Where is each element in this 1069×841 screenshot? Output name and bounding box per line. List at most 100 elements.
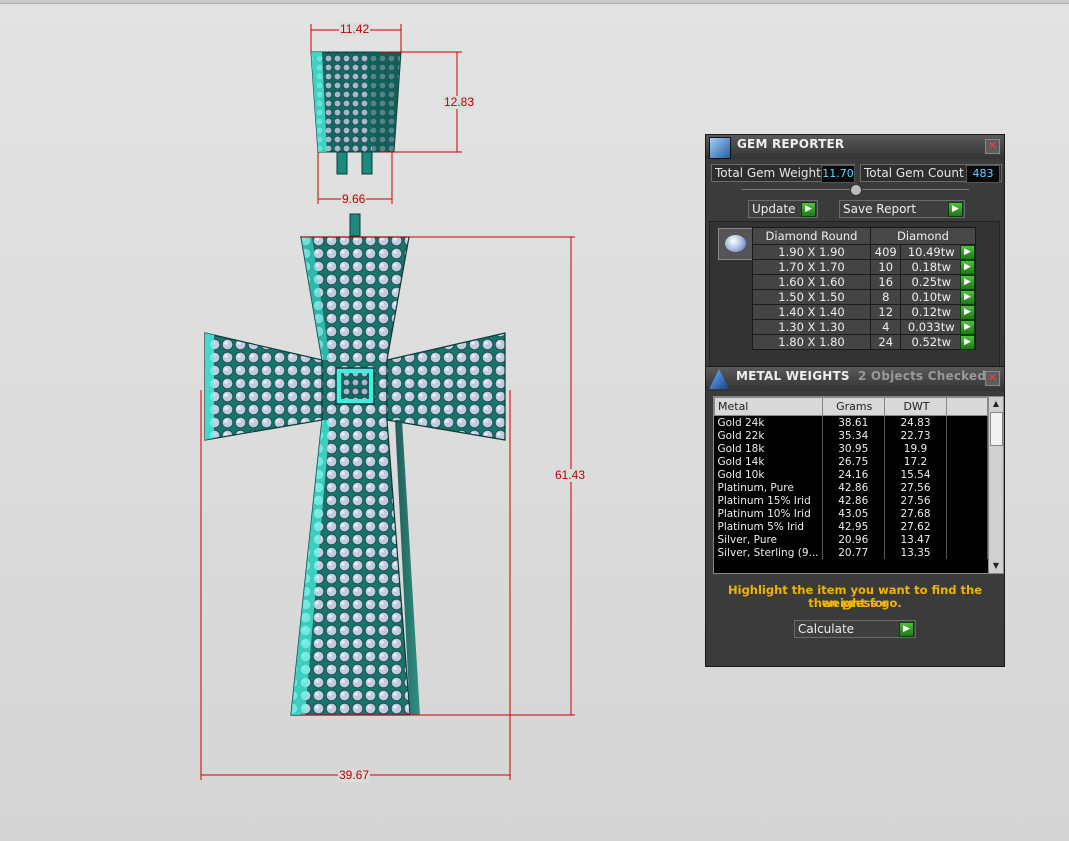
metal-scrollbar[interactable]: ▲ ▼ (988, 397, 1003, 573)
gem-cell-size: 1.40 X 1.40 (752, 304, 871, 320)
metal-list[interactable]: Metal Grams DWT Gold 24k 38.61 24.83 Gold 2… (713, 396, 1004, 574)
gem-cell-size: 1.90 X 1.90 (752, 244, 871, 260)
go-arrow-icon[interactable]: ▶ (960, 305, 975, 320)
scroll-thumb[interactable] (990, 412, 1003, 446)
gem-table: Diamond Round Diamond 1.90 X 1.90 409 10.4… (752, 227, 976, 350)
dim-cross-height: 61.43 (554, 468, 587, 482)
gem-row[interactable]: 1.70 X 1.70 10 0.18tw ▶ (752, 259, 976, 275)
metal-cell-metal: Platinum 15% Irid (714, 494, 823, 507)
gem-row[interactable]: 1.80 X 1.80 24 0.52tw ▶ (752, 334, 976, 350)
metal-cell-dwt: 13.47 (884, 533, 948, 546)
metal-cell-blank (946, 415, 988, 429)
gem-cell-weight: 0.12tw ▶ (900, 304, 976, 320)
gem-cell-count: 409 (869, 244, 902, 260)
metal-row[interactable]: Platinum 15% Irid 42.86 27.56 (714, 494, 988, 507)
dim-bail-base-width: 9.66 (341, 192, 367, 206)
metal-row[interactable]: Platinum, Pure 42.86 27.56 (714, 481, 988, 494)
metal-cell-dwt: 24.83 (884, 415, 948, 429)
metal-col-blank (946, 397, 988, 416)
close-icon[interactable]: ✕ (985, 371, 1000, 386)
metal-cell-grams: 42.86 (822, 481, 885, 494)
metal-col-dwt[interactable]: DWT (883, 397, 948, 416)
gem-cell-weight: 10.49tw ▶ (900, 244, 976, 260)
gem-cell-weight: 0.25tw ▶ (900, 274, 976, 290)
gem-row[interactable]: 1.90 X 1.90 409 10.49tw ▶ (752, 244, 976, 260)
metal-cell-dwt: 27.68 (884, 507, 948, 520)
metal-cell-blank (946, 455, 988, 468)
metal-col-metal[interactable]: Metal (714, 397, 823, 416)
metal-cell-metal: Platinum 10% Irid (714, 507, 823, 520)
save-report-button[interactable]: Save Report ▶ (839, 200, 965, 218)
metal-table: Metal Grams DWT Gold 24k 38.61 24.83 Gold 2… (714, 397, 988, 559)
gem-cell-size: 1.50 X 1.50 (752, 289, 871, 305)
gem-reporter-icon (709, 137, 731, 159)
gem-cell-weight: 0.10tw ▶ (900, 289, 976, 305)
metal-cell-blank (946, 494, 988, 507)
gem-reporter-panel: GEM REPORTER ✕ Total Gem Weight 11.70 To… (705, 134, 1005, 370)
calculate-button[interactable]: Calculate ▶ (794, 620, 916, 638)
go-arrow-icon: ▶ (801, 202, 816, 217)
total-gem-count-value: 483 (966, 165, 1000, 183)
metal-col-grams[interactable]: Grams (821, 397, 885, 416)
metal-cell-blank (946, 546, 988, 559)
metal-row[interactable]: Gold 24k 38.61 24.83 (714, 415, 988, 429)
metal-row[interactable]: Platinum 10% Irid 43.05 27.68 (714, 507, 988, 520)
metal-weights-titlebar[interactable]: METAL WEIGHTS 2 Objects Checked ✕ (706, 367, 1004, 391)
metal-cell-grams: 43.05 (822, 507, 885, 520)
dim-top-width: 11.42 (339, 22, 371, 36)
go-arrow-icon[interactable]: ▶ (960, 335, 975, 350)
metal-row[interactable]: Gold 10k 24.16 15.54 (714, 468, 988, 481)
metal-row[interactable]: Gold 18k 30.95 19.9 (714, 442, 988, 455)
metal-cell-dwt: 19.9 (884, 442, 948, 455)
metal-cell-grams: 42.86 (822, 494, 885, 507)
metal-cell-dwt: 27.56 (884, 494, 948, 507)
metal-row[interactable]: Gold 22k 35.34 22.73 (714, 429, 988, 442)
metal-cell-metal: Gold 10k (714, 468, 823, 481)
metal-cell-dwt: 27.62 (884, 520, 948, 533)
metal-weights-panel: METAL WEIGHTS 2 Objects Checked ✕ Metal … (705, 366, 1005, 667)
total-gem-weight-value: 11.70 (821, 165, 855, 183)
close-icon[interactable]: ✕ (985, 139, 1000, 154)
gem-row[interactable]: 1.50 X 1.50 8 0.10tw ▶ (752, 289, 976, 305)
metal-weights-icon (709, 369, 729, 389)
scroll-up-icon[interactable]: ▲ (989, 397, 1003, 411)
splitter-knob-icon[interactable] (850, 184, 862, 196)
metal-cell-metal: Gold 24k (714, 415, 823, 429)
cross-model (204, 236, 506, 716)
metal-row[interactable]: Silver, Sterling (9... 20.77 13.35 (714, 546, 988, 559)
gem-row[interactable]: 1.30 X 1.30 4 0.033tw ▶ (752, 319, 976, 335)
gem-cell-size: 1.60 X 1.60 (752, 274, 871, 290)
dim-cross-width: 39.67 (338, 768, 371, 782)
gem-list-frame: Diamond Round Diamond 1.90 X 1.90 409 10.4… (709, 221, 1000, 368)
metal-cell-dwt: 17.2 (884, 455, 948, 468)
dim-top-height: 12.83 (443, 95, 476, 109)
go-arrow-icon[interactable]: ▶ (960, 290, 975, 305)
gem-cell-size: 1.70 X 1.70 (752, 259, 871, 275)
go-arrow-icon[interactable]: ▶ (960, 320, 975, 335)
metal-cell-metal: Gold 18k (714, 442, 823, 455)
gem-row[interactable]: 1.40 X 1.40 12 0.12tw ▶ (752, 304, 976, 320)
metal-cell-blank (946, 520, 988, 533)
go-arrow-icon[interactable]: ▶ (960, 245, 975, 260)
go-arrow-icon[interactable]: ▶ (960, 260, 975, 275)
update-button[interactable]: Update ▶ (748, 200, 818, 218)
gem-cell-count: 12 (869, 304, 902, 320)
metal-cell-blank (946, 507, 988, 520)
metal-row[interactable]: Silver, Pure 20.96 13.47 (714, 533, 988, 546)
gem-reporter-titlebar[interactable]: GEM REPORTER ✕ (706, 135, 1004, 159)
gem-cell-weight: 0.52tw ▶ (900, 334, 976, 350)
metal-cell-metal: Platinum 5% Irid (714, 520, 823, 533)
metal-cell-grams: 30.95 (822, 442, 885, 455)
go-arrow-icon[interactable]: ▶ (960, 275, 975, 290)
gem-cell-count: 8 (869, 289, 902, 305)
metal-row[interactable]: Gold 14k 26.75 17.2 (714, 455, 988, 468)
metal-row[interactable]: Platinum 5% Irid 42.95 27.62 (714, 520, 988, 533)
gem-row[interactable]: 1.60 X 1.60 16 0.25tw ▶ (752, 274, 976, 290)
metal-cell-grams: 35.34 (822, 429, 885, 442)
metal-cell-grams: 38.61 (822, 415, 885, 429)
scroll-down-icon[interactable]: ▼ (989, 559, 1003, 573)
metal-cell-metal: Platinum, Pure (714, 481, 823, 494)
metal-cell-dwt: 27.56 (884, 481, 948, 494)
gem-cell-count: 24 (869, 334, 902, 350)
gem-col-material: Diamond (870, 227, 976, 245)
